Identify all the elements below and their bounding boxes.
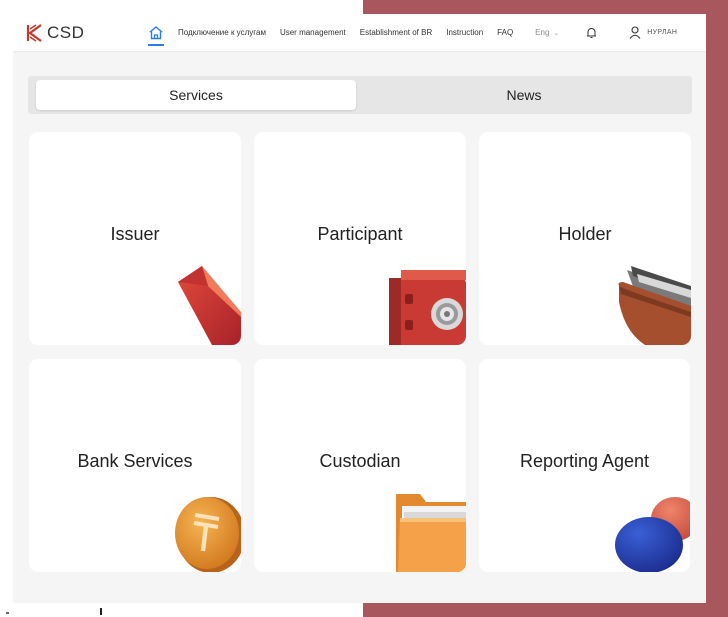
card-title: Holder: [558, 224, 612, 244]
card-custodian[interactable]: Custodian: [254, 359, 466, 572]
envelope-icon: [178, 266, 241, 345]
main-nav: Подключение к услугам User management Es…: [165, 28, 513, 37]
wallet-icon: [618, 266, 691, 345]
card-title: Custodian: [319, 451, 401, 471]
user-icon: [629, 26, 641, 39]
tenge-coin-icon: [175, 497, 241, 572]
frame-top: [363, 0, 728, 14]
nav-instruction[interactable]: Instruction: [446, 28, 483, 37]
bell-icon[interactable]: [585, 27, 597, 39]
nav-connect-services[interactable]: Подключение к услугам: [178, 28, 266, 37]
card-reporting-agent[interactable]: Reporting Agent: [479, 359, 690, 572]
card-title: Reporting Agent: [519, 451, 650, 471]
top-header: CSD Подключение к услугам User managemen…: [13, 14, 706, 52]
folder-icon: [396, 494, 466, 572]
nav-establishment-br[interactable]: Establishment of BR: [360, 28, 432, 37]
language-select[interactable]: Eng ⌄: [535, 28, 559, 37]
cursor-mark: [100, 608, 102, 615]
app-window: CSD Подключение к услугам User managemen…: [13, 14, 706, 603]
card-issuer[interactable]: Issuer: [29, 132, 241, 345]
tab-services[interactable]: Services: [36, 80, 356, 110]
safe-icon: [389, 270, 466, 345]
nav-faq[interactable]: FAQ: [497, 28, 513, 37]
frame-right: [706, 0, 728, 617]
logo[interactable]: CSD: [25, 23, 131, 43]
card-participant[interactable]: Participant: [254, 132, 466, 345]
stray-mark: [6, 612, 9, 614]
language-label: Eng: [535, 28, 550, 37]
tab-bar: Services News: [28, 76, 692, 114]
tab-news[interactable]: News: [364, 80, 684, 110]
frame-bottom: [363, 603, 728, 617]
card-title: Participant: [317, 224, 403, 244]
card-bank-services[interactable]: Bank Services: [29, 359, 241, 572]
nav-user-management[interactable]: User management: [280, 28, 346, 37]
card-title: Issuer: [110, 224, 160, 244]
card-holder[interactable]: Holder: [479, 132, 691, 345]
card-title: Bank Services: [77, 451, 193, 471]
logo-text: CSD: [47, 22, 85, 42]
csd-logo-icon: [26, 23, 42, 42]
user-name: НУРЛАН: [647, 29, 678, 36]
home-icon[interactable]: [147, 24, 165, 46]
user-menu[interactable]: НУРЛАН: [629, 26, 677, 39]
chevron-down-icon: ⌄: [553, 29, 560, 37]
blob-icon: [615, 497, 690, 572]
